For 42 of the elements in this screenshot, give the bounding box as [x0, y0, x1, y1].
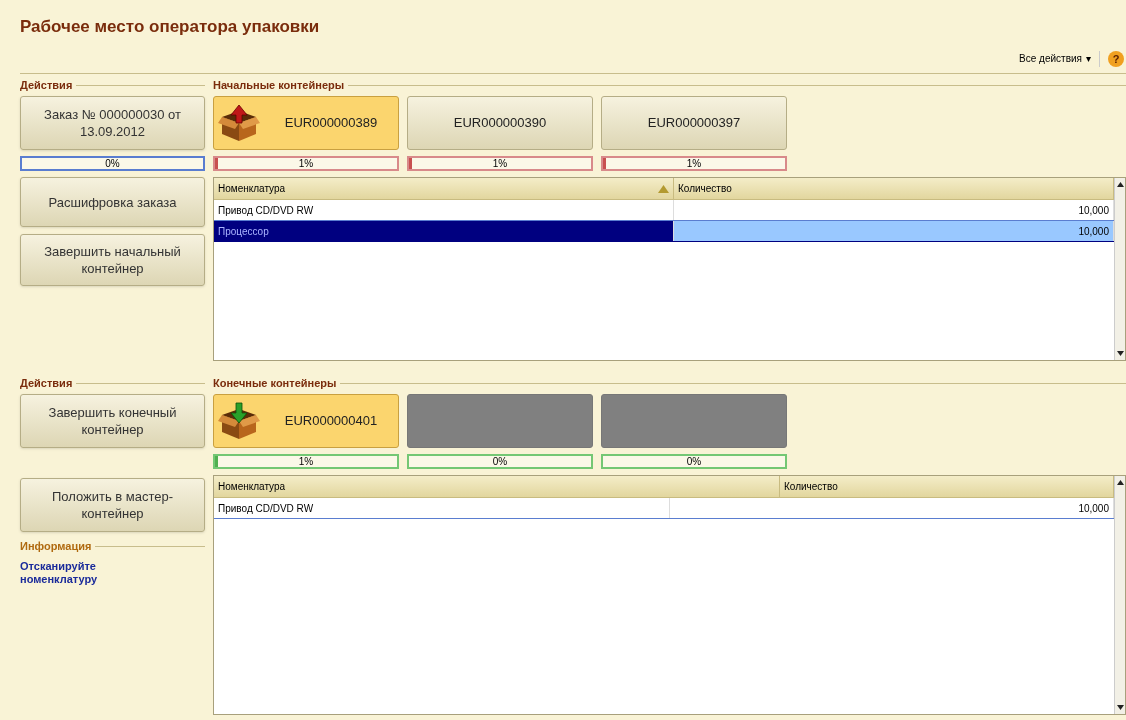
- window-title: Рабочее место оператора упаковки: [20, 16, 321, 38]
- table-cell: Привод CD/DVD RW: [214, 498, 670, 518]
- sort-triangle-icon: [658, 184, 669, 193]
- action-button[interactable]: Завершить конечный контейнер: [20, 394, 205, 448]
- column-header[interactable]: Номенклатура: [214, 476, 780, 497]
- table-cell: Процессор: [214, 221, 674, 241]
- scroll-up-icon[interactable]: [1116, 480, 1124, 485]
- column-header[interactable]: Номенклатура: [214, 178, 674, 199]
- table-cell: Привод CD/DVD RW: [214, 200, 674, 220]
- group-label: Информация: [20, 538, 92, 554]
- scrollbar[interactable]: [1114, 476, 1125, 714]
- scrollbar[interactable]: [1114, 178, 1125, 360]
- table-cell: 10,000: [674, 221, 1114, 241]
- container-button[interactable]: EUR000000401: [213, 394, 399, 448]
- box-down-arrow-icon: [218, 401, 260, 441]
- group-label: Начальные контейнеры: [213, 77, 345, 93]
- info-message: Отсканируйте номенклатуру: [20, 560, 99, 586]
- table-row[interactable]: Привод CD/DVD RW 10,000: [214, 498, 1114, 519]
- action-button[interactable]: Расшифровка заказа: [20, 177, 205, 227]
- group-label: Конечные контейнеры: [213, 375, 337, 391]
- progress-text: 1%: [491, 158, 509, 169]
- action-button[interactable]: Заказ № 000000030 от 13.09.2012: [20, 96, 205, 150]
- progress-text: 1%: [297, 456, 315, 467]
- container-button[interactable]: EUR000000389: [213, 96, 399, 150]
- action-button[interactable]: Завершить начальный контейнер: [20, 234, 205, 286]
- scroll-down-icon[interactable]: [1116, 705, 1124, 710]
- scroll-down-icon[interactable]: [1116, 351, 1124, 356]
- scroll-up-icon[interactable]: [1116, 182, 1124, 187]
- container-button[interactable]: EUR000000397: [601, 96, 787, 150]
- table-row[interactable]: Процессор 10,000: [214, 221, 1114, 242]
- progress-text: 1%: [685, 158, 703, 169]
- progress-text: 0%: [685, 456, 703, 467]
- progress-text: 1%: [297, 158, 315, 169]
- help-button[interactable]: ?: [1108, 50, 1124, 67]
- group-label: Действия: [20, 77, 73, 93]
- all-actions-menu[interactable]: Все действия ▾: [1019, 51, 1091, 66]
- progress-text: 0%: [104, 158, 121, 169]
- action-button[interactable]: Положить в мастер-контейнер: [20, 478, 205, 532]
- progress-text: 0%: [491, 456, 509, 467]
- container-button[interactable]: EUR000000390: [407, 96, 593, 150]
- group-label: Действия: [20, 375, 73, 391]
- box-up-arrow-icon: [218, 103, 260, 143]
